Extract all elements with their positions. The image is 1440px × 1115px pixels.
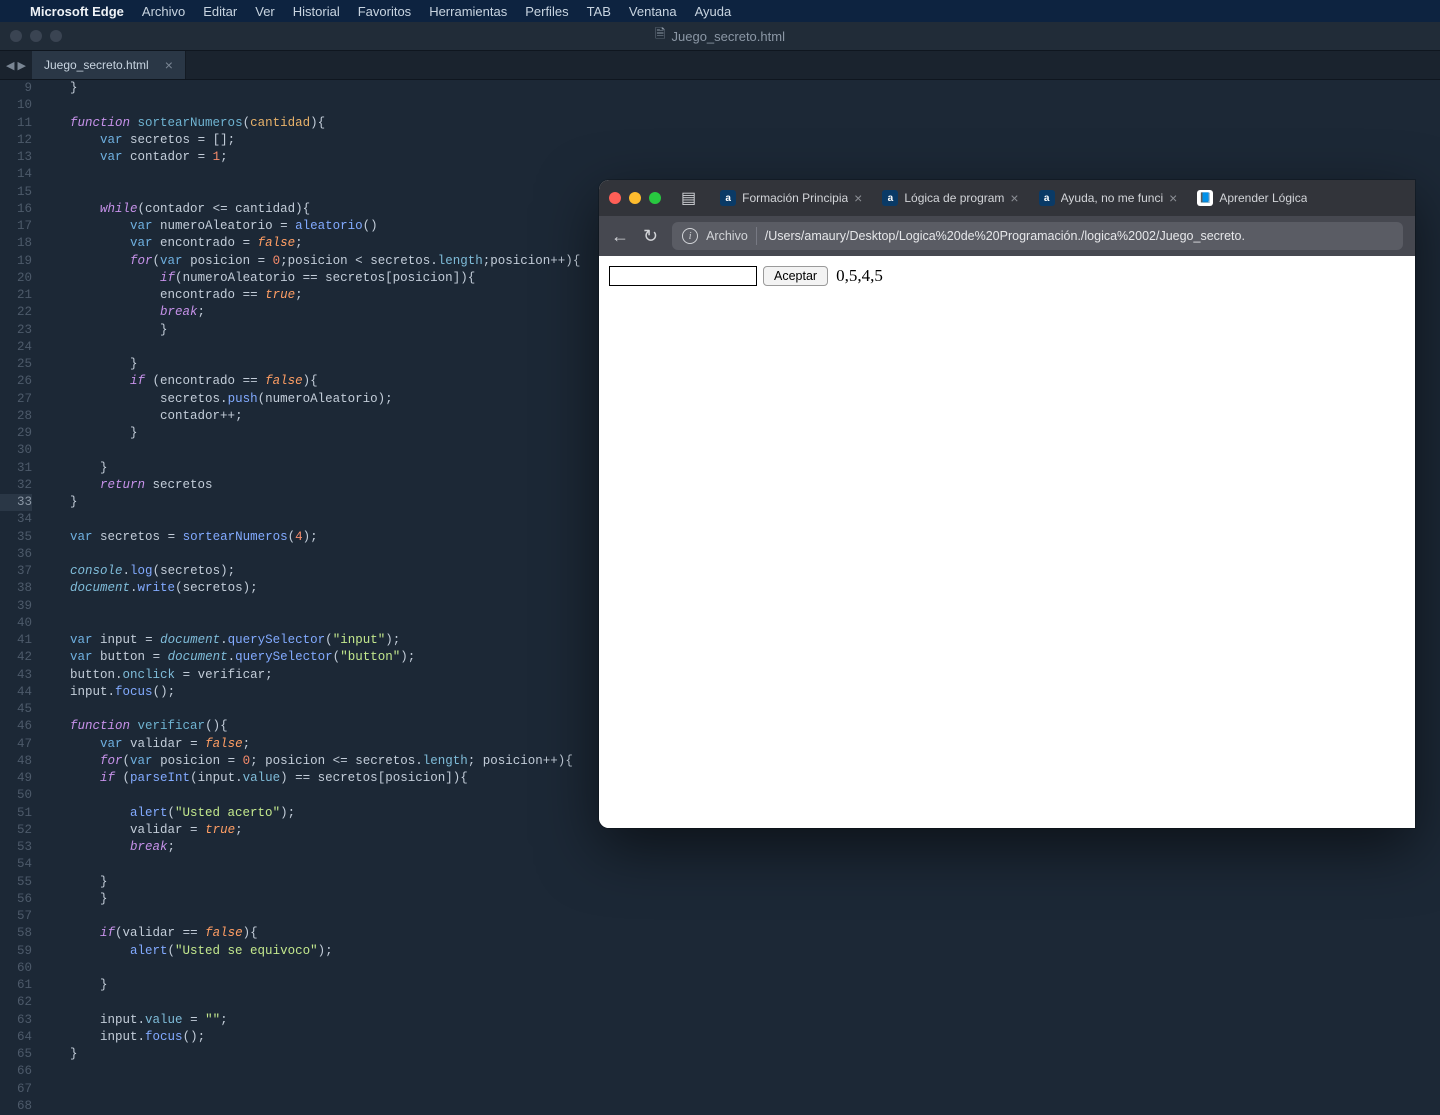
tab-close-icon[interactable]: × [1010,190,1018,206]
browser-tab[interactable]: a Ayuda, no me funci × [1031,186,1186,210]
browser-tab[interactable]: 📘 Aprender Lógica [1189,186,1315,210]
address-url: /Users/amaury/Desktop/Logica%20de%20Prog… [765,229,1245,243]
editor-tabbar: ◀ ▶ Juego_secreto.html × [0,50,1440,80]
editor-titlebar: 🗎 Juego_secreto.html [0,22,1440,50]
back-icon[interactable]: ← [611,226,629,247]
browser-tab-label: Aprender Lógica [1219,191,1307,205]
editor-max-dot[interactable] [50,30,62,42]
menu-editar[interactable]: Editar [203,4,237,19]
browser-tab-label: Ayuda, no me funci [1061,191,1164,205]
browser-viewport: Aceptar 0,5,4,5 [599,256,1415,828]
favicon-icon: a [720,190,736,206]
file-icon: 🗎 [655,25,665,47]
menu-historial[interactable]: Historial [293,4,340,19]
favicon-icon: a [1039,190,1055,206]
app-name[interactable]: Microsoft Edge [30,4,124,19]
menu-ventana[interactable]: Ventana [629,4,677,19]
tab-nav-arrows[interactable]: ◀ ▶ [0,51,32,79]
browser-sidebar-icon[interactable]: ▤ [681,188,696,208]
window-title: Juego_secreto.html [672,29,785,44]
browser-min-dot[interactable] [629,192,641,204]
refresh-icon[interactable]: ↻ [643,226,658,247]
address-sep [756,227,757,245]
tab-close-icon[interactable]: × [165,57,173,73]
menu-ayuda[interactable]: Ayuda [695,4,732,19]
editor-close-dot[interactable] [10,30,22,42]
favicon-icon: 📘 [1197,190,1213,206]
editor-tab[interactable]: Juego_secreto.html × [32,51,186,79]
browser-tab-strip: ▤ a Formación Principia × a Lógica de progra… [599,180,1415,216]
address-scheme: Archivo [706,229,748,243]
info-icon[interactable]: i [682,228,698,244]
browser-tab[interactable]: a Formación Principia × [712,186,870,210]
menu-herramientas[interactable]: Herramientas [429,4,507,19]
page-output-text: 0,5,4,5 [836,266,883,286]
browser-tab[interactable]: a Lógica de program × [874,186,1026,210]
browser-tab-label: Formación Principia [742,191,848,205]
page-text-input[interactable] [609,266,757,286]
menu-archivo[interactable]: Archivo [142,4,185,19]
tab-close-icon[interactable]: × [1169,190,1177,206]
editor-min-dot[interactable] [30,30,42,42]
browser-close-dot[interactable] [609,192,621,204]
tab-close-icon[interactable]: × [854,190,862,206]
menu-perfiles[interactable]: Perfiles [525,4,568,19]
favicon-icon: a [882,190,898,206]
address-bar[interactable]: i Archivo /Users/amaury/Desktop/Logica%2… [672,222,1403,250]
macos-menubar: Microsoft Edge Archivo Editar Ver Histor… [0,0,1440,22]
browser-traffic-lights [609,192,661,204]
page-accept-button[interactable]: Aceptar [763,266,828,286]
menu-favoritos[interactable]: Favoritos [358,4,411,19]
browser-tab-label: Lógica de program [904,191,1004,205]
browser-window: ▤ a Formación Principia × a Lógica de progra… [599,180,1415,828]
line-gutter: 9101112131415161718192021222324252627282… [0,80,40,1115]
menu-ver[interactable]: Ver [255,4,275,19]
browser-toolbar: ← ↻ i Archivo /Users/amaury/Desktop/Logi… [599,216,1415,256]
editor-traffic-lights [0,30,62,42]
menu-tab[interactable]: TAB [587,4,611,19]
tab-label: Juego_secreto.html [44,58,149,72]
browser-max-dot[interactable] [649,192,661,204]
